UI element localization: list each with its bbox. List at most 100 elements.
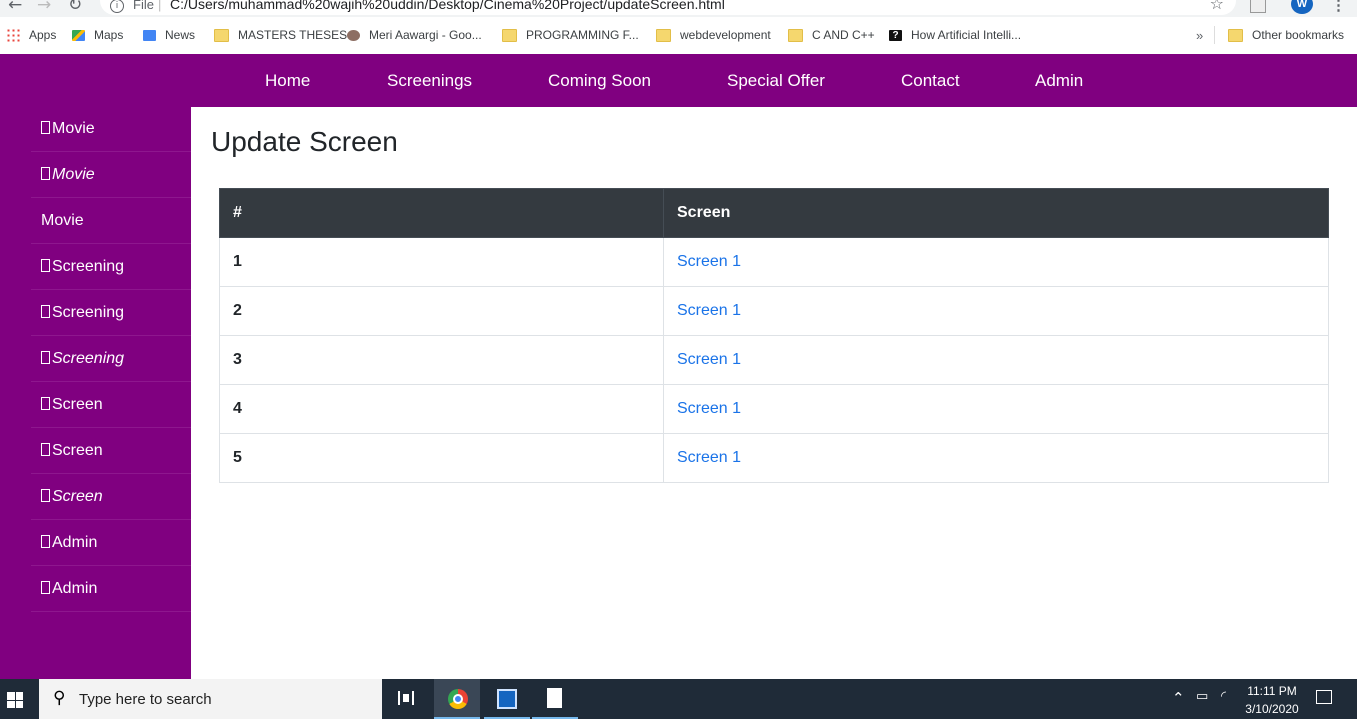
pdf-extension-icon[interactable] <box>1250 0 1266 13</box>
taskbar-search-box[interactable]: ⚲ Type here to search <box>39 679 382 719</box>
reload-icon[interactable]: ↻ <box>68 0 82 15</box>
url-text[interactable]: C:/Users/muhammad%20wajih%20uddin/Deskto… <box>170 0 725 12</box>
bookmark-label: webdevelopment <box>680 28 771 42</box>
row-screen-cell: Screen 1 <box>663 433 1329 483</box>
folder-icon <box>502 28 517 42</box>
nav-home[interactable]: Home <box>265 71 310 91</box>
row-number: 5 <box>219 433 664 483</box>
news-icon <box>143 29 156 41</box>
missing-glyph-icon <box>41 305 50 318</box>
bookmark-label: Apps <box>29 28 57 42</box>
app-icon <box>497 689 517 709</box>
other-bookmarks[interactable]: Other bookmarks <box>1228 26 1344 44</box>
sidebar-item-text: Admin <box>52 580 98 597</box>
top-navigation: Home Screenings Coming Soon Special Offe… <box>0 54 1357 107</box>
bookmark-label: C AND C++ <box>812 28 875 42</box>
table-row: 3 Screen 1 <box>219 335 1329 385</box>
scheme-divider: | <box>158 0 162 12</box>
browser-menu-icon[interactable]: ⋮ <box>1331 0 1346 14</box>
screens-table: # Screen 1 Screen 1 2 Screen 1 3 Screen 1 4 Scr… <box>219 188 1329 483</box>
screen-link[interactable]: Screen 1 <box>677 351 741 368</box>
bookmark-news[interactable]: News <box>143 26 195 44</box>
missing-glyph-icon <box>41 489 50 502</box>
column-header-screen: Screen <box>663 188 1329 238</box>
sidebar-item-screening[interactable]: Screening <box>31 291 191 336</box>
nav-coming-soon[interactable]: Coming Soon <box>548 71 651 91</box>
back-arrow-icon[interactable]: ← <box>8 0 22 15</box>
battery-icon[interactable]: ▭ <box>1196 689 1208 704</box>
bookmark-c-and-cpp[interactable]: C AND C++ <box>788 26 875 44</box>
sidebar-item-movie[interactable]: Movie <box>31 199 191 244</box>
sidebar-item-screening[interactable]: Screening <box>31 245 191 290</box>
screen-link[interactable]: Screen 1 <box>677 449 741 466</box>
nav-special-offer[interactable]: Special Offer <box>727 71 825 91</box>
missing-glyph-icon <box>41 397 50 410</box>
sidebar-item-admin[interactable]: Admin <box>31 521 191 566</box>
sidebar-item-text: Movie <box>41 212 84 229</box>
folder-icon <box>214 28 229 42</box>
bookmark-star-icon[interactable]: ☆ <box>1210 0 1224 13</box>
file-taskbar-button[interactable] <box>532 679 578 719</box>
nav-admin[interactable]: Admin <box>1035 71 1083 91</box>
page-title: Update Screen <box>211 126 398 157</box>
windows-start-icon[interactable] <box>7 692 23 708</box>
missing-glyph-icon <box>41 121 50 134</box>
sidebar-item-label: Screening <box>41 258 124 276</box>
table-row: 4 Screen 1 <box>219 384 1329 434</box>
bookmark-label: Maps <box>94 28 124 42</box>
table-row: 2 Screen 1 <box>219 286 1329 336</box>
info-icon[interactable]: i <box>110 0 124 13</box>
wifi-icon[interactable]: ◜ <box>1221 689 1226 704</box>
nav-screenings[interactable]: Screenings <box>387 71 472 91</box>
task-view-button[interactable] <box>384 679 430 719</box>
bookmark-meri-aawargi[interactable]: Meri Aawargi - Goo... <box>347 26 482 44</box>
notifications-icon[interactable] <box>1316 690 1332 704</box>
sidebar-item-screen[interactable]: Screen <box>31 475 191 520</box>
sidebar-item-text: Screen <box>52 396 103 413</box>
row-number: 2 <box>219 286 664 336</box>
taskbar-clock[interactable]: 11:11 PM 3/10/2020 <box>1240 682 1304 718</box>
bookmark-webdevelopment[interactable]: webdevelopment <box>656 26 771 44</box>
column-header-number: # <box>219 188 664 238</box>
bookmark-programming[interactable]: PROGRAMMING F... <box>502 26 639 44</box>
bookmark-label: Meri Aawargi - Goo... <box>369 28 482 42</box>
sidebar-item-label: Admin <box>41 534 97 552</box>
bookmark-label: News <box>165 28 196 42</box>
sidebar-item-screen[interactable]: Screen <box>31 383 191 428</box>
screen-link[interactable]: Screen 1 <box>677 253 741 270</box>
screen-link[interactable]: Screen 1 <box>677 302 741 319</box>
profile-avatar[interactable]: W <box>1291 0 1313 14</box>
bookmark-maps[interactable]: Maps <box>72 26 123 44</box>
bookmark-how-ai[interactable]: ? How Artificial Intelli... <box>889 26 1021 44</box>
address-bar[interactable]: i File | C:/Users/muhammad%20wajih%20udd… <box>100 0 1236 15</box>
windows-taskbar: ⚲ Type here to search ⌃ ▭ ◜ 11:11 PM 3/1… <box>0 679 1357 719</box>
sidebar-item-label: Admin <box>41 580 97 598</box>
folder-icon <box>656 28 671 42</box>
sidebar-item-screen[interactable]: Screen <box>31 429 191 474</box>
sidebar-item-movie[interactable]: Movie <box>31 153 191 198</box>
forward-arrow-icon[interactable]: → <box>37 0 51 15</box>
bookmark-apps[interactable]: Apps <box>6 26 56 44</box>
sidebar-item-label: Screening <box>41 350 124 368</box>
nav-contact[interactable]: Contact <box>901 71 960 91</box>
sidebar-item-admin[interactable]: Admin <box>31 567 191 612</box>
missing-glyph-icon <box>41 259 50 272</box>
bookmark-masters-theses[interactable]: MASTERS THESES <box>214 26 347 44</box>
screen-link[interactable]: Screen 1 <box>677 400 741 417</box>
row-screen-cell: Screen 1 <box>663 286 1329 336</box>
sidebar-item-text: Admin <box>52 534 98 551</box>
table-header-row: # Screen <box>219 188 1329 238</box>
clock-time: 11:11 PM <box>1247 684 1297 698</box>
sidebar-item-screening[interactable]: Screening <box>31 337 191 382</box>
row-screen-cell: Screen 1 <box>663 384 1329 434</box>
bookmark-label: Other bookmarks <box>1252 28 1345 42</box>
sidebar-item-movie[interactable]: Movie <box>31 107 191 152</box>
bookmarks-overflow-button[interactable]: » <box>1196 26 1203 44</box>
missing-glyph-icon <box>41 443 50 456</box>
chrome-taskbar-button[interactable] <box>434 679 480 719</box>
app-taskbar-button[interactable] <box>484 679 530 719</box>
task-view-icon <box>398 691 414 705</box>
tray-chevron-up-icon[interactable]: ⌃ <box>1172 689 1185 707</box>
sidebar-item-text: Screening <box>52 258 125 275</box>
missing-glyph-icon <box>41 581 50 594</box>
